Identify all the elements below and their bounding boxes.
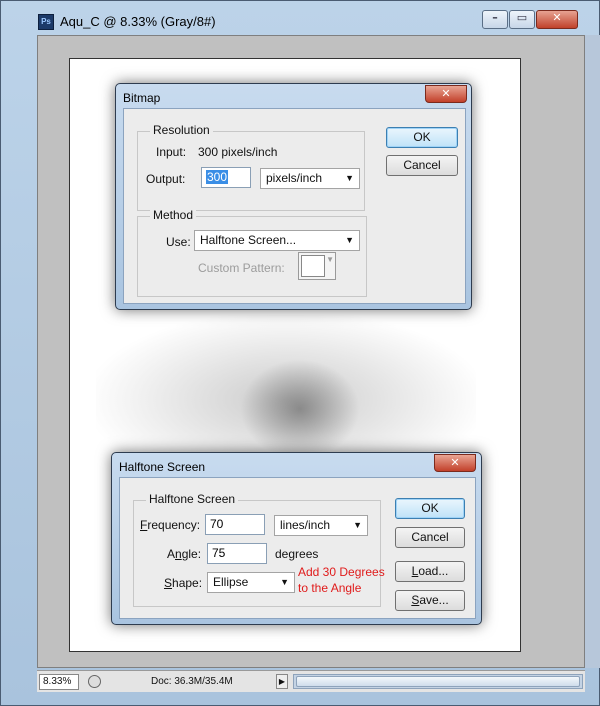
use-label: Use: <box>166 235 191 249</box>
bitmap-dialog: Bitmap ✕ Resolution Input: 300 pixels/in… <box>115 83 472 310</box>
chevron-down-icon: ▼ <box>345 235 354 245</box>
photoshop-app-icon: Ps <box>38 14 54 30</box>
vertical-scrollbar[interactable] <box>585 35 600 668</box>
input-label: Input: <box>156 145 187 159</box>
doc-size-info: Doc: 36.3M/35.4M <box>151 676 233 687</box>
minimize-button[interactable]: – <box>482 10 508 29</box>
halftone-dialog-title: Halftone Screen <box>119 460 206 474</box>
halftone-load-button[interactable]: Load... <box>395 561 465 582</box>
output-unit-value: pixels/inch <box>266 171 323 185</box>
status-info-icon[interactable] <box>88 675 101 688</box>
bitmap-ok-button[interactable]: OK <box>386 127 458 148</box>
custom-pattern-label: Custom Pattern: <box>198 261 285 275</box>
halftone-cancel-button[interactable]: Cancel <box>395 527 465 548</box>
horizontal-scroll-thumb[interactable] <box>296 676 580 687</box>
pattern-swatch <box>301 255 325 277</box>
horizontal-scrollbar[interactable] <box>293 674 583 689</box>
status-bar: 8.33% Doc: 36.3M/35.4M ▶ <box>37 670 585 692</box>
chevron-down-icon: ▼ <box>353 520 362 530</box>
method-use-select[interactable]: Halftone Screen... ▼ <box>194 230 360 251</box>
bitmap-dialog-close-button[interactable]: ✕ <box>425 85 467 103</box>
resolution-group-label: Resolution <box>150 123 213 137</box>
cancel-label: Cancel <box>411 530 449 544</box>
input-value: 300 pixels/inch <box>198 145 278 159</box>
bitmap-cancel-button[interactable]: Cancel <box>386 155 458 176</box>
halftone-dialog-close-button[interactable]: ✕ <box>434 454 476 472</box>
method-use-value: Halftone Screen... <box>200 233 297 247</box>
output-resolution-field[interactable]: 300 <box>201 167 251 188</box>
angle-field[interactable]: 75 <box>207 543 267 564</box>
output-unit-select[interactable]: pixels/inch ▼ <box>260 168 360 189</box>
angle-annotation-note: Add 30 Degrees to the Angle <box>298 564 385 596</box>
halftone-save-button[interactable]: Save... <box>395 590 465 611</box>
maximize-button[interactable]: ▭ <box>509 10 535 29</box>
bitmap-dialog-body: Resolution Input: 300 pixels/inch Output… <box>123 108 466 304</box>
status-menu-arrow-icon[interactable]: ▶ <box>276 674 288 689</box>
angle-label: Angle: <box>167 547 202 561</box>
shape-value: Ellipse <box>213 575 249 589</box>
chevron-down-icon: ▼ <box>345 173 354 183</box>
frequency-label: Frequency: <box>140 518 201 532</box>
bitmap-dialog-title: Bitmap <box>123 91 161 105</box>
frequency-field[interactable]: 70 <box>205 514 265 535</box>
frequency-unit-select[interactable]: lines/inch ▼ <box>274 515 368 536</box>
annotation-line-2: to the Angle <box>298 581 362 595</box>
angle-unit-label: degrees <box>275 547 319 561</box>
chevron-down-icon: ▼ <box>326 255 334 264</box>
chevron-down-icon: ▼ <box>280 577 289 587</box>
output-label: Output: <box>146 172 186 186</box>
halftone-group-label: Halftone Screen <box>146 492 239 506</box>
window-titlebar[interactable]: Ps Aqu_C @ 8.33% (Gray/8#) – ▭ ✕ <box>1 1 599 35</box>
frequency-unit-value: lines/inch <box>280 518 331 532</box>
output-resolution-value: 300 <box>206 170 229 184</box>
zoom-field[interactable]: 8.33% <box>39 674 79 690</box>
halftone-screen-dialog: Halftone Screen ✕ Halftone Screen Freque… <box>111 452 482 625</box>
shape-select[interactable]: Ellipse ▼ <box>207 572 295 593</box>
method-group-label: Method <box>150 208 197 222</box>
custom-pattern-picker: ▼ <box>298 252 336 280</box>
window-title: Aqu_C @ 8.33% (Gray/8#) <box>60 14 216 29</box>
artwork-fish-dark <box>240 359 360 459</box>
shape-label: Shape: <box>164 576 203 590</box>
halftone-ok-button[interactable]: OK <box>395 498 465 519</box>
window-close-button[interactable]: ✕ <box>536 10 578 29</box>
halftone-dialog-body: Halftone Screen Frequency: 70 lines/inch… <box>119 477 476 619</box>
annotation-line-1: Add 30 Degrees <box>298 565 385 579</box>
